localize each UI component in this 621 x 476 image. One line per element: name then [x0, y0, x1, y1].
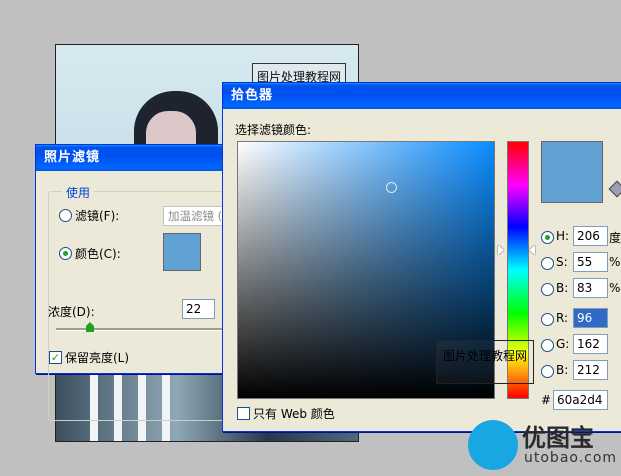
- color-picker-subtitle: 选择滤镜颜色:: [235, 123, 312, 137]
- hue-slider-right-arrow[interactable]: [529, 245, 535, 255]
- b-label: B:: [556, 281, 569, 295]
- b-radio[interactable]: [541, 283, 554, 296]
- blue-radio[interactable]: [541, 365, 554, 378]
- s-radio[interactable]: [541, 257, 554, 270]
- r-radio[interactable]: [541, 313, 554, 326]
- filter-radio[interactable]: [59, 209, 72, 222]
- new-color-swatch: [541, 141, 603, 203]
- photo-filter-title: 照片滤镜: [36, 145, 232, 171]
- g-radio[interactable]: [541, 339, 554, 352]
- r-label: R:: [556, 311, 569, 325]
- web-safe-warning-icon[interactable]: [608, 180, 621, 198]
- h-input[interactable]: 206: [573, 226, 608, 246]
- s-label: S:: [556, 255, 568, 269]
- g-input[interactable]: 162: [573, 334, 608, 354]
- hex-input[interactable]: 60a2d4: [553, 390, 608, 410]
- bird-logo-icon: [468, 420, 518, 470]
- hue-slider-left-arrow[interactable]: [498, 245, 504, 255]
- filter-radio-label: 滤镜(F):: [75, 209, 120, 223]
- preserve-luminosity-checkbox[interactable]: ✓: [49, 351, 62, 364]
- color-picker-title: 拾色器: [223, 83, 621, 109]
- site-logo: 优图宝 utobao.com: [468, 416, 618, 476]
- filter-color-swatch[interactable]: [163, 233, 201, 271]
- density-label: 浓度(D):: [48, 305, 95, 319]
- b-input[interactable]: 83: [573, 278, 608, 298]
- color-picker-dialog: 拾色器 选择滤镜颜色: H: 206 度 S: 55 % B: 83 % R: …: [222, 82, 621, 432]
- web-only-label: 只有 Web 颜色: [253, 407, 335, 421]
- color-field-cursor[interactable]: [386, 182, 397, 193]
- overlay-watermark: 图片处理教程网: [436, 340, 534, 384]
- color-radio[interactable]: [59, 247, 72, 260]
- web-only-checkbox[interactable]: [237, 407, 250, 420]
- blue-label: B:: [556, 363, 569, 377]
- h-label: H:: [556, 229, 570, 243]
- r-input[interactable]: 96: [573, 308, 608, 328]
- site-logo-name: 优图宝: [522, 424, 594, 452]
- preserve-luminosity-label: 保留亮度(L): [65, 351, 130, 365]
- blue-input[interactable]: 212: [573, 360, 608, 380]
- g-label: G:: [556, 337, 570, 351]
- site-logo-url: utobao.com: [524, 450, 618, 466]
- s-unit: %: [609, 255, 621, 269]
- h-unit: 度: [609, 231, 621, 245]
- density-slider-track[interactable]: [56, 328, 226, 331]
- photo-filter-dialog: 照片滤镜 使用 滤镜(F): 加温滤镜 (85) 颜色(C): 浓度(D): 2…: [35, 144, 259, 421]
- b-unit: %: [609, 281, 621, 295]
- hex-label: #: [541, 393, 552, 407]
- overlay-watermark-text: 图片处理教程网: [443, 349, 528, 363]
- color-radio-label: 颜色(C):: [75, 247, 121, 261]
- use-group-label: 使用: [62, 184, 95, 201]
- density-input[interactable]: 22: [182, 299, 215, 319]
- s-input[interactable]: 55: [573, 252, 608, 272]
- h-radio[interactable]: [541, 231, 554, 244]
